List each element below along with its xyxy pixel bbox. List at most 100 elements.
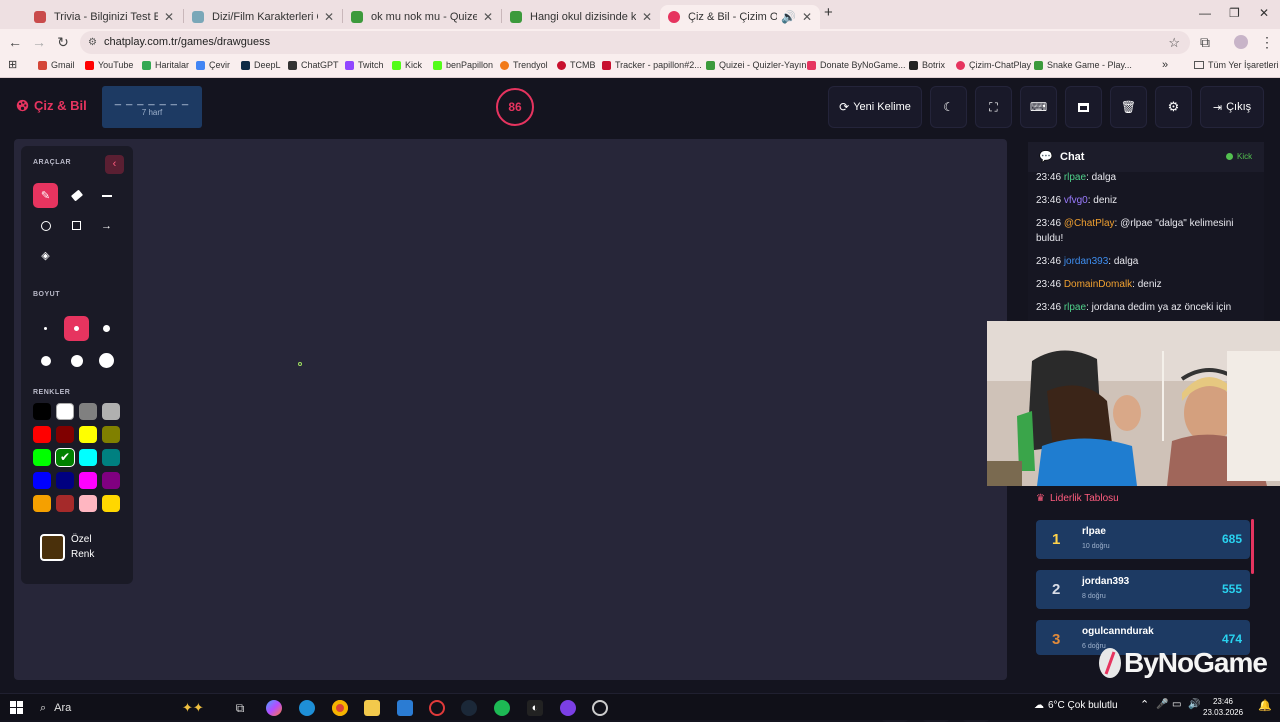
brush-tool[interactable]: ✎: [33, 183, 58, 208]
close-tab-icon[interactable]: ✕: [164, 10, 174, 24]
bookmark-item[interactable]: Kick: [392, 60, 422, 70]
collapse-panel-button[interactable]: ‹: [105, 155, 124, 174]
leaderboard-scrollbar[interactable]: [1251, 519, 1254, 574]
dark-mode-button[interactable]: ☾: [930, 86, 967, 128]
extensions-icon[interactable]: ⧉: [1197, 34, 1213, 50]
arrow-tool[interactable]: →: [94, 213, 119, 238]
archive-button[interactable]: [1065, 86, 1102, 128]
bookmark-item[interactable]: Gmail: [38, 60, 75, 70]
network-icon[interactable]: ▭: [1172, 699, 1181, 710]
bookmark-item[interactable]: DeepL: [241, 60, 281, 70]
task-view-icon[interactable]: ⧉: [232, 700, 248, 716]
message-user[interactable]: rlpae: [1064, 302, 1086, 313]
bookmark-item[interactable]: Çevir: [196, 60, 230, 70]
clock[interactable]: 23:46 23.03.2026: [1203, 696, 1243, 718]
settings-button[interactable]: ⚙: [1155, 86, 1192, 128]
tray-overflow-icon[interactable]: ⌃: [1140, 698, 1149, 711]
bookmark-item[interactable]: benPapillon: [433, 60, 493, 70]
apps-grid-icon[interactable]: ⊞: [8, 58, 17, 71]
site-info-icon[interactable]: ⚙: [88, 37, 97, 48]
browser-tab[interactable]: Hangi okul dizisinde kendi kim ✕: [502, 5, 660, 29]
all-bookmarks-button[interactable]: Tüm Yer İşaretleri: [1194, 60, 1279, 70]
chrome-icon[interactable]: [332, 700, 348, 716]
color-swatch[interactable]: [33, 449, 51, 466]
minimize-icon[interactable]: —: [1199, 6, 1211, 20]
close-window-icon[interactable]: ✕: [1259, 6, 1269, 20]
fill-tool[interactable]: ◈: [33, 243, 58, 268]
browser-tab[interactable]: Dizi/Film Karakterleri Quiz - 2 - ✕: [184, 5, 342, 29]
bookmarks-overflow-button[interactable]: »: [1162, 59, 1168, 71]
bookmark-item[interactable]: Haritalar: [142, 60, 189, 70]
color-swatch[interactable]: [33, 495, 51, 512]
bookmark-item[interactable]: Twitch: [345, 60, 384, 70]
bookmark-item[interactable]: YouTube: [85, 60, 133, 70]
forward-icon[interactable]: →: [31, 34, 47, 50]
browser-tab-active[interactable]: Çiz & Bil - Çizim Oyunu 🔊 ✕: [660, 5, 820, 29]
bookmark-item[interactable]: TCMB: [557, 60, 596, 70]
color-swatch[interactable]: [102, 403, 120, 420]
close-tab-icon[interactable]: ✕: [642, 10, 652, 24]
color-swatch[interactable]: [102, 495, 120, 512]
eraser-tool[interactable]: [64, 183, 89, 208]
microphone-icon[interactable]: 🎤: [1156, 699, 1168, 710]
bookmark-item[interactable]: Snake Game - Play...: [1034, 60, 1132, 70]
steam-icon[interactable]: [461, 700, 477, 716]
color-swatch[interactable]: [56, 495, 74, 512]
drawing-canvas[interactable]: ↶ ↷ 🗑: [14, 139, 1007, 722]
color-swatch[interactable]: [79, 495, 97, 512]
size-option-3[interactable]: [94, 316, 119, 341]
spotify-icon[interactable]: [494, 700, 510, 716]
speaker-icon[interactable]: 🔊: [781, 10, 796, 24]
edge-icon[interactable]: [299, 700, 315, 716]
bookmark-item[interactable]: Tracker - papillon#2...: [602, 60, 702, 70]
taskbar-search[interactable]: ⌕ Ara ✦✦: [34, 698, 224, 718]
address-bar[interactable]: ⚙ chatplay.com.tr/games/drawguess ☆: [80, 31, 1190, 54]
new-tab-button[interactable]: +: [824, 4, 833, 21]
menu-icon[interactable]: ⋮: [1259, 34, 1275, 50]
profile-avatar[interactable]: [1232, 34, 1250, 52]
app-icon[interactable]: [560, 700, 576, 716]
close-tab-icon[interactable]: ✕: [802, 10, 812, 24]
bookmark-item[interactable]: Çizim-ChatPlay: [956, 60, 1031, 70]
app-logo[interactable]: Çiz & Bil: [16, 98, 87, 113]
message-user[interactable]: rlpae: [1064, 172, 1086, 183]
close-tab-icon[interactable]: ✕: [483, 10, 493, 24]
custom-color-swatch[interactable]: [40, 534, 65, 561]
mail-icon[interactable]: [397, 700, 413, 716]
size-option-5[interactable]: [64, 348, 89, 373]
color-swatch[interactable]: [79, 449, 97, 466]
size-option-2[interactable]: [64, 316, 89, 341]
color-swatch[interactable]: [56, 403, 74, 420]
bookmark-item[interactable]: Botrix: [909, 60, 945, 70]
back-icon[interactable]: ←: [7, 34, 23, 50]
color-swatch[interactable]: [33, 426, 51, 443]
color-swatch[interactable]: [79, 472, 97, 489]
reload-icon[interactable]: ↻: [55, 34, 71, 50]
fullscreen-button[interactable]: ⛶: [975, 86, 1012, 128]
bookmark-item[interactable]: Trendyol: [500, 60, 548, 70]
browser-tab[interactable]: ok mu nok mu - Quizei ✕: [343, 5, 501, 29]
message-user[interactable]: vfvg0: [1064, 195, 1088, 206]
custom-color-label[interactable]: Özel Renk: [71, 532, 115, 562]
size-option-4[interactable]: [33, 348, 58, 373]
size-option-1[interactable]: [33, 316, 58, 341]
message-user[interactable]: jordan393: [1064, 256, 1108, 267]
bookmark-item[interactable]: Donate ByNoGame...: [807, 60, 906, 70]
message-user[interactable]: DomainDomalk: [1064, 279, 1132, 290]
volume-icon[interactable]: 🔊: [1188, 699, 1200, 710]
color-swatch[interactable]: [33, 472, 51, 489]
bookmark-item[interactable]: Quizei - Quizler-Yayın: [706, 60, 806, 70]
obs-icon[interactable]: [592, 700, 608, 716]
color-swatch[interactable]: [79, 426, 97, 443]
capcut-icon[interactable]: ◐: [527, 700, 543, 716]
circle-tool[interactable]: [33, 213, 58, 238]
exit-button[interactable]: ⇥ Çıkış: [1200, 86, 1264, 128]
copilot-icon[interactable]: [266, 700, 282, 716]
windows-start-icon[interactable]: [10, 701, 23, 714]
clear-button[interactable]: 🗑: [1110, 86, 1147, 128]
rectangle-tool[interactable]: [64, 213, 89, 238]
color-swatch[interactable]: [33, 403, 51, 420]
weather-widget[interactable]: ☁ 6°C Çok bulutlu: [1034, 700, 1118, 711]
close-tab-icon[interactable]: ✕: [324, 10, 334, 24]
color-swatch[interactable]: ✔: [56, 449, 74, 466]
